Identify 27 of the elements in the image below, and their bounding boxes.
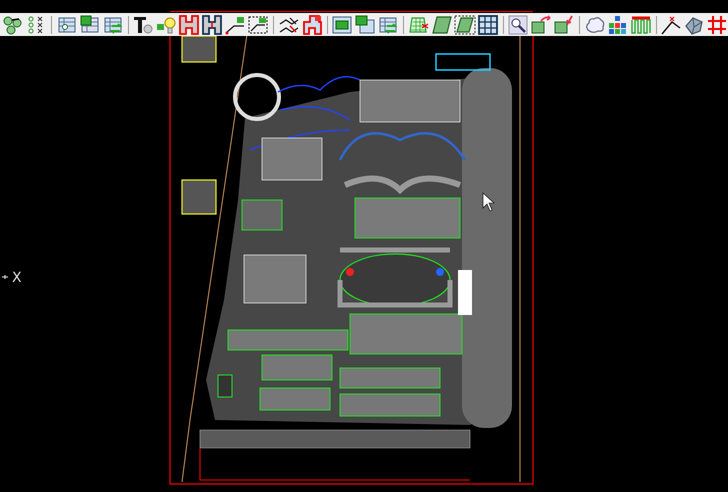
grid-icon [476, 14, 498, 36]
area-table-icon [354, 14, 376, 36]
toolbar-button[interactable] [354, 13, 376, 36]
axis-icon [2, 274, 8, 280]
toolbar-button[interactable] [476, 13, 498, 36]
spreadsheet-icon [78, 14, 100, 36]
box-arrow-icon [530, 14, 552, 36]
toolbar-button[interactable] [201, 13, 223, 36]
angle-line-icon [660, 14, 682, 36]
area-box-icon [247, 14, 269, 36]
plate-icon [430, 14, 452, 36]
area-table-icon [331, 14, 353, 36]
blocks-icon [606, 14, 628, 36]
toolbar-button[interactable] [454, 13, 476, 36]
wave-icon [630, 14, 652, 36]
toolbar-button[interactable] [507, 13, 529, 36]
search-icon [507, 14, 529, 36]
h-shape-icon [178, 14, 200, 36]
h-shape-icon [201, 14, 223, 36]
cursor-icon [482, 192, 495, 212]
toolbar-button[interactable] [530, 13, 552, 36]
plate-icon [454, 14, 476, 36]
house-shape-icon [300, 14, 322, 36]
toolbar-button[interactable] [553, 13, 575, 36]
box-arrow-icon [553, 14, 575, 36]
grid-icon [706, 14, 728, 36]
axis-label: X [12, 270, 22, 286]
